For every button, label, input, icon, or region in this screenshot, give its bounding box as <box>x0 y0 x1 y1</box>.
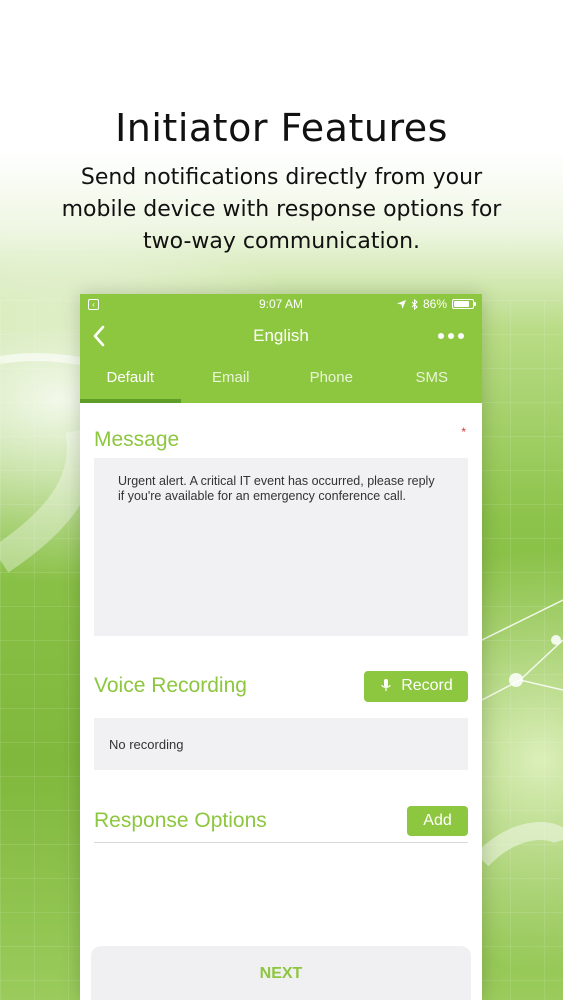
recording-status-text: No recording <box>109 736 184 752</box>
response-options-header: Response Options Add <box>94 806 468 836</box>
battery-icon <box>452 299 476 309</box>
battery-percent: 86% <box>422 297 447 311</box>
status-right: 86% <box>396 297 476 311</box>
message-title: Message <box>94 428 180 451</box>
phone-screen: ‹ 9:07 AM 86% English Default Email Phon… <box>80 294 482 1000</box>
record-label: Record <box>401 677 453 694</box>
tab-default[interactable]: Default <box>80 358 181 403</box>
record-button[interactable]: Record <box>364 670 468 702</box>
tab-email[interactable]: Email <box>181 358 282 403</box>
nav-bar: English <box>80 314 482 358</box>
bluetooth-icon <box>411 298 418 310</box>
headline-subtitle: Send notifications directly from your mo… <box>61 165 502 254</box>
headline-title: Initiator Features <box>115 106 448 150</box>
chevron-left-icon[interactable] <box>92 325 106 347</box>
promo-headline: Initiator Features Send notifications di… <box>0 104 563 258</box>
add-response-button[interactable]: Add <box>407 806 468 836</box>
voice-recording-header: Voice Recording Record <box>94 670 468 702</box>
recording-status: No recording <box>94 718 468 770</box>
nav-title: English <box>253 326 309 345</box>
microphone-icon <box>381 679 391 691</box>
more-dots-icon[interactable] <box>438 333 470 339</box>
response-options-title: Response Options <box>94 809 267 832</box>
required-marker: * <box>461 425 466 439</box>
response-divider <box>94 842 468 843</box>
message-textarea[interactable]: Urgent alert. A critical IT event has oc… <box>94 458 468 636</box>
form-content: Message * Urgent alert. A critical IT ev… <box>80 403 482 843</box>
location-arrow-icon <box>396 299 406 309</box>
status-bar: ‹ 9:07 AM 86% <box>80 294 482 314</box>
next-button[interactable]: NEXT <box>91 946 471 1000</box>
voice-recording-title: Voice Recording <box>94 674 247 697</box>
tab-sms[interactable]: SMS <box>382 358 483 403</box>
tab-phone[interactable]: Phone <box>281 358 382 403</box>
language-tabs: Default Email Phone SMS <box>80 358 482 403</box>
